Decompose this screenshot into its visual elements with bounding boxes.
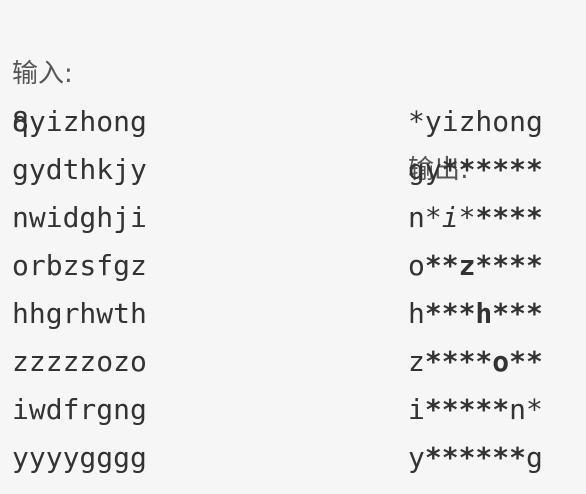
output-segment: ***** bbox=[424, 393, 510, 426]
output-segment: ****** bbox=[424, 441, 527, 474]
output-segment: ****** bbox=[441, 153, 543, 186]
input-string: qyizhong bbox=[12, 105, 147, 138]
output-string: *yizhong bbox=[408, 98, 543, 146]
output-segment: n bbox=[408, 201, 425, 234]
input-string: hhgrhwth bbox=[12, 297, 147, 330]
output-segment: **z**** bbox=[424, 249, 543, 282]
output-string: z****o** bbox=[408, 338, 543, 386]
output-string: n*i***** bbox=[408, 194, 543, 242]
output-segment: **** bbox=[475, 201, 543, 234]
output-segment: z bbox=[408, 345, 425, 378]
output-segment: n* bbox=[509, 393, 543, 426]
output-string: o**z**** bbox=[408, 242, 543, 290]
output-segment: g bbox=[526, 441, 543, 474]
output-segment: *i* bbox=[424, 201, 476, 234]
count-line: 8 输出: bbox=[0, 50, 469, 185]
header-line: 输入: bbox=[0, 2, 73, 89]
output-segment: *yizhong bbox=[408, 105, 543, 138]
output-string: h***h*** bbox=[408, 290, 543, 338]
input-string: orbzsfgz bbox=[12, 249, 147, 282]
output-segment: h bbox=[408, 297, 425, 330]
input-string: gydthkjy bbox=[12, 153, 147, 186]
input-string: nwidghji bbox=[12, 201, 147, 234]
output-segment: y bbox=[408, 441, 425, 474]
input-string: zzzzzozo bbox=[12, 345, 147, 378]
output-string: gy****** bbox=[408, 146, 543, 194]
output-segment: ****o** bbox=[424, 345, 543, 378]
output-segment: i bbox=[408, 393, 425, 426]
output-segment: ***h*** bbox=[424, 297, 543, 330]
output-string: y******g bbox=[408, 434, 543, 482]
output-segment: gy bbox=[408, 153, 442, 186]
output-string: i*****n* bbox=[408, 386, 543, 434]
output-segment: o bbox=[408, 249, 425, 282]
input-string: iwdfrgng bbox=[12, 393, 147, 426]
code-sample-block: { "input_label": "输入:", "output_label": … bbox=[0, 0, 586, 494]
input-string: yyyygggg bbox=[12, 441, 147, 474]
